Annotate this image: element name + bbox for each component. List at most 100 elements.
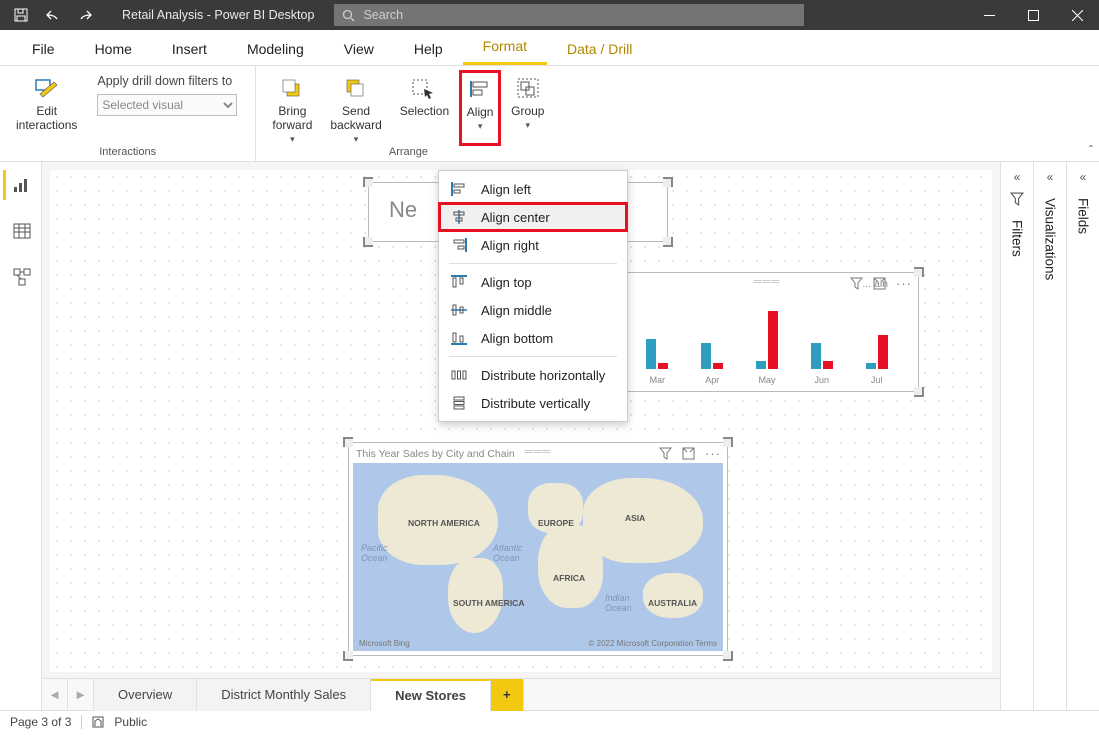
resize-handle[interactable] [914,387,924,397]
distribute-vertical-item[interactable]: Distribute vertically [439,389,627,417]
undo-icon[interactable] [40,1,66,29]
align-dropdown: Align left Align center Align right Alig… [438,170,628,422]
bar-chart-visual[interactable]: ═══ ··· ... ain MarAprMayJunJul [615,272,919,392]
resize-handle[interactable] [723,651,733,661]
align-right-item[interactable]: Align right [439,231,627,259]
align-right-icon [451,237,467,253]
drag-handle-icon[interactable]: ═══ [525,446,551,458]
align-bottom-item[interactable]: Align bottom [439,324,627,352]
left-nav [0,162,42,710]
visual-header: ··· [659,446,721,461]
filter-icon[interactable] [659,447,672,460]
group-button[interactable]: Group ▾ [503,70,552,146]
align-top-item[interactable]: Align top [439,268,627,296]
report-page[interactable]: ═══ Ne ═══ ··· ... ain [50,170,992,672]
page-tab-dms[interactable]: District Monthly Sales [197,679,371,711]
selection-icon [410,74,438,102]
tab-format[interactable]: Format [463,29,547,65]
visualizations-panel-collapsed[interactable]: « Visualizations [1033,162,1066,710]
edit-interactions-icon [33,74,61,102]
right-rails: « Filters « Visualizations « Fields [1000,162,1099,710]
filters-panel-collapsed[interactable]: « Filters [1000,162,1033,710]
align-button[interactable]: Align ▾ [459,70,501,146]
align-left-icon [451,181,467,197]
menu-separator [449,356,617,357]
expand-icon[interactable]: « [1014,170,1021,184]
search-icon [342,9,355,22]
align-center-icon [451,209,467,225]
close-button[interactable] [1055,0,1099,30]
resize-handle[interactable] [363,177,373,187]
resize-handle[interactable] [663,237,673,247]
send-backward-button[interactable]: Send backward ▾ [322,70,389,146]
resize-handle[interactable] [723,437,733,447]
resize-handle[interactable] [914,267,924,277]
redo-icon[interactable] [72,1,98,29]
focus-mode-icon[interactable] [873,277,886,290]
add-page-button[interactable]: + [491,679,524,711]
tab-view[interactable]: View [324,32,394,65]
ribbon-group-arrange: Bring forward ▾ Send backward ▾ Selectio… [256,66,560,161]
canvas[interactable]: ═══ Ne ═══ ··· ... ain [42,162,1000,710]
page-tab-newstores[interactable]: New Stores [371,679,491,711]
search-placeholder: Search [363,8,403,22]
save-icon[interactable] [8,1,34,29]
page-tab-overview[interactable]: Overview [94,679,197,711]
drill-filters-select[interactable]: Selected visual [97,94,237,116]
resize-handle[interactable] [663,177,673,187]
distribute-horizontal-icon [451,367,467,383]
chevron-down-icon: ▾ [526,120,531,131]
distribute-vertical-icon [451,395,467,411]
fields-panel-collapsed[interactable]: « Fields [1066,162,1099,710]
distribute-horizontal-item[interactable]: Distribute horizontally [439,361,627,389]
expand-icon[interactable]: « [1080,170,1087,184]
align-left-item[interactable]: Align left [439,175,627,203]
edit-interactions-button[interactable]: Edit interactions [8,70,85,146]
minimize-button[interactable] [967,0,1011,30]
focus-mode-icon[interactable] [682,447,695,460]
maximize-button[interactable] [1011,0,1055,30]
resize-handle[interactable] [343,437,353,447]
drag-handle-icon[interactable]: ═══ [754,276,780,288]
filter-icon[interactable] [850,277,863,290]
visual-header: ··· [850,276,912,291]
tab-help[interactable]: Help [394,32,463,65]
chart-bars [630,309,904,369]
main: ═══ Ne ═══ ··· ... ain [0,162,1099,710]
group-label-arrange: Arrange [389,146,428,160]
expand-icon[interactable]: « [1047,170,1054,184]
bring-forward-button[interactable]: Bring forward ▾ [264,70,320,146]
map-body[interactable]: NORTH AMERICA SOUTH AMERICA EUROPE AFRIC… [353,463,723,651]
page-nav-next[interactable]: ► [68,679,94,711]
tab-file[interactable]: File [12,32,75,65]
titlebar: Retail Analysis - Power BI Desktop Searc… [0,0,1099,30]
status-bar: Page 3 of 3 Public [0,710,1099,732]
more-options-icon[interactable]: ··· [705,446,721,461]
sensitivity-icon[interactable] [92,716,104,728]
model-view-icon[interactable] [3,262,39,292]
chart-axis-labels: MarAprMayJunJul [630,375,904,385]
align-middle-item[interactable]: Align middle [439,296,627,324]
report-view-icon[interactable] [3,170,39,200]
more-options-icon[interactable]: ··· [896,276,912,291]
search-box[interactable]: Search [334,4,804,26]
filter-icon [1010,192,1024,206]
align-middle-icon [451,302,467,318]
bing-logo: Microsoft Bing [359,639,410,648]
tab-data-drill[interactable]: Data / Drill [547,32,652,65]
selection-pane-button[interactable]: Selection [392,70,457,146]
tab-modeling[interactable]: Modeling [227,32,324,65]
collapse-ribbon-icon[interactable]: ˆ [1089,143,1093,157]
chevron-down-icon: ▾ [478,121,483,132]
resize-handle[interactable] [343,651,353,661]
align-center-item[interactable]: Align center [439,203,627,231]
data-view-icon[interactable] [3,216,39,246]
resize-handle[interactable] [363,237,373,247]
send-backward-icon [342,74,370,102]
tab-home[interactable]: Home [75,32,152,65]
chevron-down-icon: ▾ [290,134,295,145]
tab-insert[interactable]: Insert [152,32,227,65]
page-nav-prev[interactable]: ◄ [42,679,68,711]
page-indicator: Page 3 of 3 [10,715,71,729]
map-visual[interactable]: ═══ ··· This Year Sales by City and Chai… [348,442,728,656]
